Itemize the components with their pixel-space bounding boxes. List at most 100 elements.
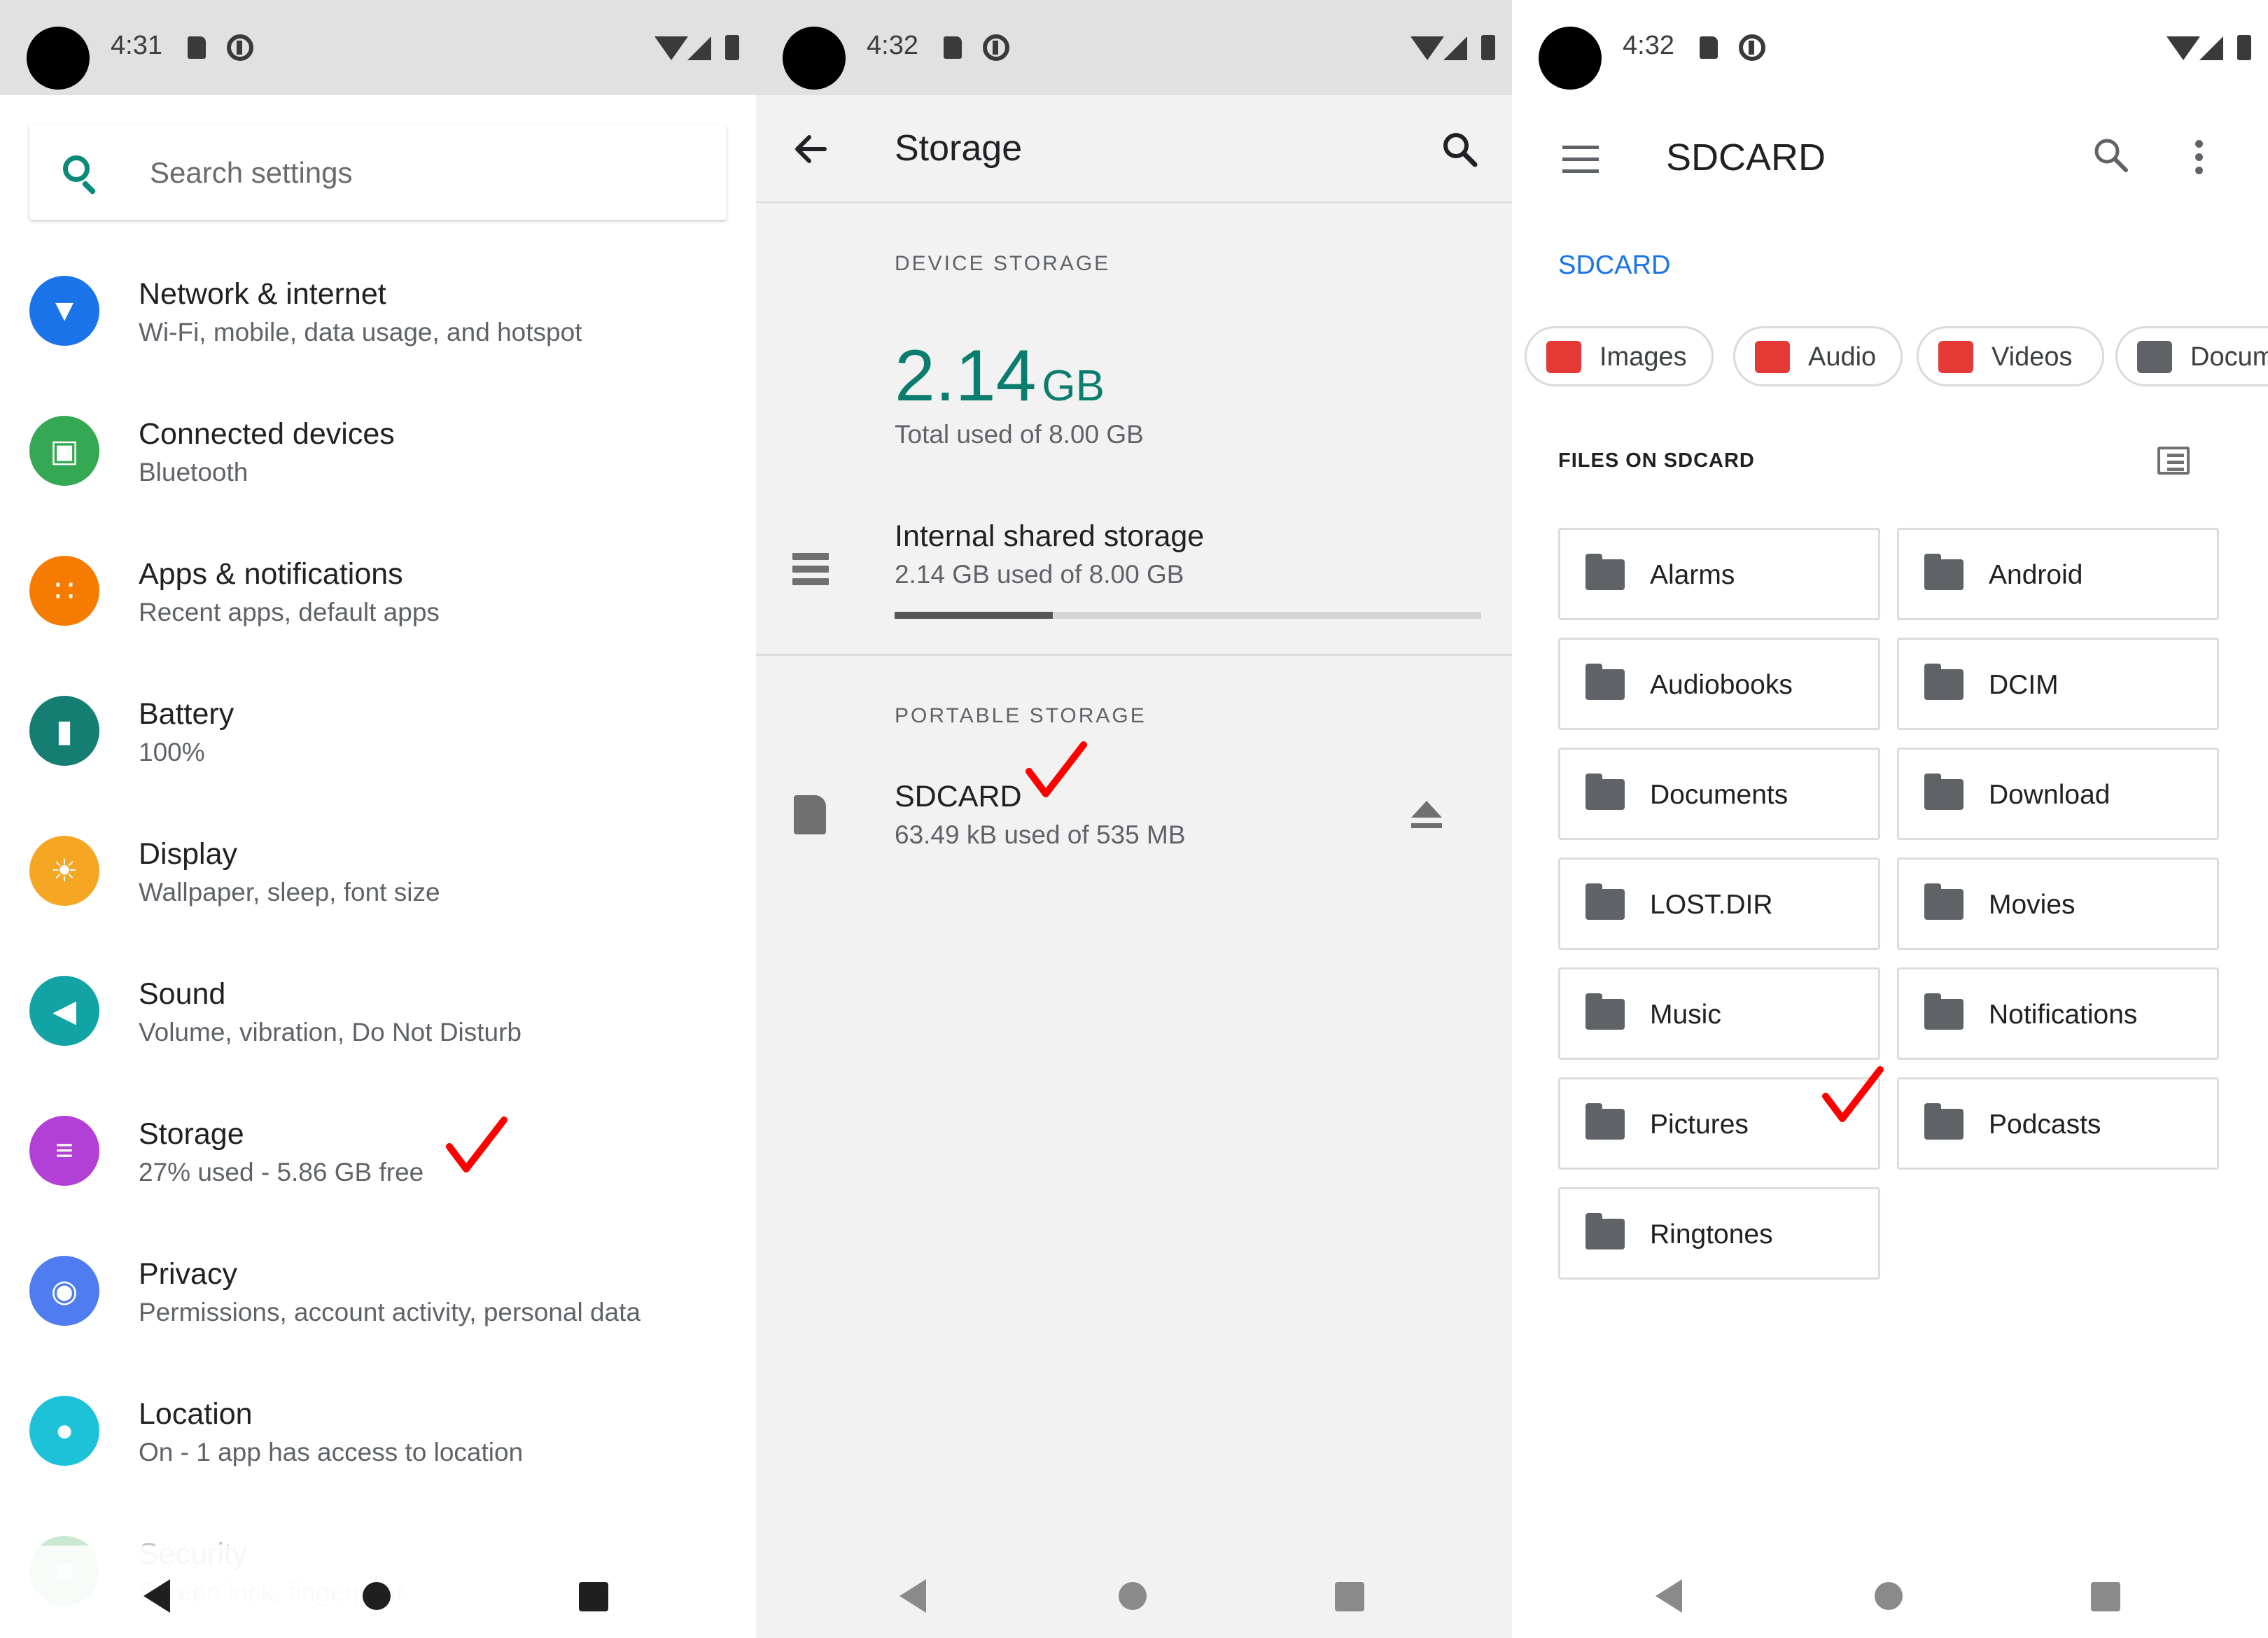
- settings-item[interactable]: ≡ Storage 27% used - 5.86 GB free: [0, 1079, 756, 1219]
- nav-back-icon[interactable]: [144, 1579, 170, 1613]
- back-arrow-icon[interactable]: [792, 132, 827, 167]
- search-icon[interactable]: [2093, 137, 2129, 174]
- document-icon: [2137, 341, 2172, 373]
- search-icon[interactable]: [1442, 132, 1478, 168]
- settings-screen: 4:31 Search settings ▼ Network & internet…: [0, 0, 756, 1638]
- status-time: 4:31: [111, 31, 162, 60]
- more-options-icon[interactable]: [2195, 140, 2204, 175]
- folder-icon: [1924, 993, 1963, 1030]
- hamburger-menu-icon[interactable]: [1562, 146, 1599, 173]
- folder-icon: [1924, 664, 1963, 700]
- wifi-icon: ▼: [29, 276, 99, 346]
- clapperboard-icon: [1938, 341, 1973, 373]
- list-view-toggle-icon[interactable]: [2157, 447, 2190, 475]
- camera-cutout: [1539, 27, 1602, 90]
- app-bar: Storage: [756, 95, 1512, 203]
- chip-videos[interactable]: Videos: [1917, 326, 2104, 386]
- nav-back-icon[interactable]: [899, 1579, 926, 1613]
- wifi-status-icon: [2166, 36, 2200, 60]
- settings-item[interactable]: ▣ Connected devices Bluetooth: [0, 379, 756, 519]
- folder-icon: [1586, 554, 1625, 590]
- nav-home-icon[interactable]: [363, 1582, 391, 1610]
- folder-item[interactable]: LOST.DIR: [1558, 858, 1880, 950]
- chip-audio[interactable]: Audio: [1733, 326, 1903, 386]
- battery-status-icon: [1481, 35, 1495, 60]
- folder-item[interactable]: Documents: [1558, 748, 1880, 840]
- sdcard-title: SDCARD: [895, 780, 1022, 813]
- settings-item-subtitle: Volume, vibration, Do Not Disturb: [139, 1018, 522, 1046]
- settings-item-title: Apps & notifications: [139, 557, 403, 591]
- settings-item-subtitle: Wallpaper, sleep, font size: [139, 878, 440, 906]
- folder-name: Movies: [1989, 890, 2076, 920]
- settings-item-title: Connected devices: [139, 417, 395, 451]
- red-checkmark-icon: [1822, 1066, 1884, 1122]
- folder-item[interactable]: Notifications: [1897, 967, 2219, 1060]
- breadcrumb[interactable]: SDCARD: [1558, 251, 1670, 281]
- nav-home-icon[interactable]: [1875, 1582, 1903, 1610]
- status-time: 4:32: [867, 31, 918, 60]
- used-storage-amount: 2.14 GB: [895, 335, 1105, 418]
- settings-item[interactable]: ◀ Sound Volume, vibration, Do Not Disturb: [0, 939, 756, 1079]
- chip-label: Documents: [2190, 342, 2268, 372]
- folder-item[interactable]: Music: [1558, 967, 1880, 1060]
- settings-item-title: Sound: [139, 977, 226, 1011]
- folder-name: Pictures: [1650, 1110, 1749, 1140]
- red-checkmark-icon: [1026, 741, 1087, 797]
- folder-name: Alarms: [1650, 560, 1735, 590]
- settings-item[interactable]: ☀ Display Wallpaper, sleep, font size: [0, 799, 756, 939]
- nav-back-icon[interactable]: [1656, 1579, 1682, 1613]
- internal-storage-subtitle: 2.14 GB used of 8.00 GB: [895, 560, 1184, 589]
- camera-cutout: [783, 27, 846, 90]
- settings-item-subtitle: 27% used - 5.86 GB free: [139, 1158, 424, 1186]
- nav-home-icon[interactable]: [1119, 1582, 1147, 1610]
- chip-images[interactable]: Images: [1525, 326, 1714, 386]
- sd-card-status-icon: [1700, 36, 1718, 59]
- settings-item[interactable]: ∷ Apps & notifications Recent apps, defaul…: [0, 519, 756, 659]
- headphones-icon: [1755, 341, 1790, 373]
- folder-icon: [1586, 664, 1625, 700]
- folder-icon: [1586, 1103, 1625, 1140]
- storage-list-icon: [792, 553, 829, 585]
- folder-item[interactable]: Movies: [1897, 858, 2219, 950]
- chip-label: Audio: [1808, 342, 1877, 372]
- folder-name: Podcasts: [1989, 1110, 2101, 1140]
- folder-item[interactable]: Android: [1897, 528, 2219, 620]
- battery-status-icon: [725, 35, 739, 60]
- eject-icon[interactable]: [1411, 801, 1442, 829]
- folder-item[interactable]: Alarms: [1558, 528, 1880, 620]
- eye-icon: ◉: [29, 1256, 99, 1326]
- folder-name: Music: [1650, 1000, 1721, 1030]
- folder-icon: [1924, 774, 1963, 810]
- search-settings-bar[interactable]: Search settings: [29, 125, 727, 220]
- folder-item[interactable]: Podcasts: [1897, 1077, 2219, 1170]
- chip-documents[interactable]: Documents: [2115, 326, 2268, 386]
- nav-recents-icon[interactable]: [579, 1582, 608, 1611]
- storage-icon: ≡: [29, 1116, 99, 1186]
- search-placeholder: Search settings: [150, 156, 353, 189]
- apps-icon: ∷: [29, 556, 99, 626]
- folder-icon: [1586, 993, 1625, 1030]
- settings-item[interactable]: ● Location On - 1 app has access to locati…: [0, 1359, 756, 1499]
- settings-item[interactable]: ◉ Privacy Permissions, account activity, p…: [0, 1219, 756, 1359]
- settings-item[interactable]: ▮ Battery 100%: [0, 659, 756, 799]
- screenshot-collage: 4:31 Search settings ▼ Network & internet…: [0, 0, 2268, 1638]
- nav-recents-icon[interactable]: [2091, 1582, 2120, 1611]
- files-screen: 4:32 SDCARD SDCARD Images Audio Videos Docu…: [1512, 0, 2268, 1638]
- folder-name: Android: [1989, 560, 2083, 590]
- used-amount-unit: GB: [1042, 362, 1105, 410]
- folder-item[interactable]: Ringtones: [1558, 1187, 1880, 1280]
- wifi-status-icon: [1410, 36, 1444, 60]
- nav-recents-icon[interactable]: [1335, 1582, 1364, 1611]
- camera-cutout: [27, 27, 90, 90]
- folder-item[interactable]: Download: [1897, 748, 2219, 840]
- settings-item-subtitle: Permissions, account activity, personal …: [139, 1298, 641, 1326]
- navigation-bar: [756, 1546, 1512, 1638]
- settings-item[interactable]: ▼ Network & internet Wi-Fi, mobile, data u…: [0, 239, 756, 379]
- search-icon: [63, 155, 90, 182]
- folder-item[interactable]: DCIM: [1897, 638, 2219, 730]
- total-used-text: Total used of 8.00 GB: [895, 420, 1144, 449]
- folder-icon: [1586, 774, 1625, 810]
- settings-item-title: Display: [139, 837, 237, 871]
- brightness-icon: ☀: [29, 836, 99, 906]
- folder-item[interactable]: Audiobooks: [1558, 638, 1880, 730]
